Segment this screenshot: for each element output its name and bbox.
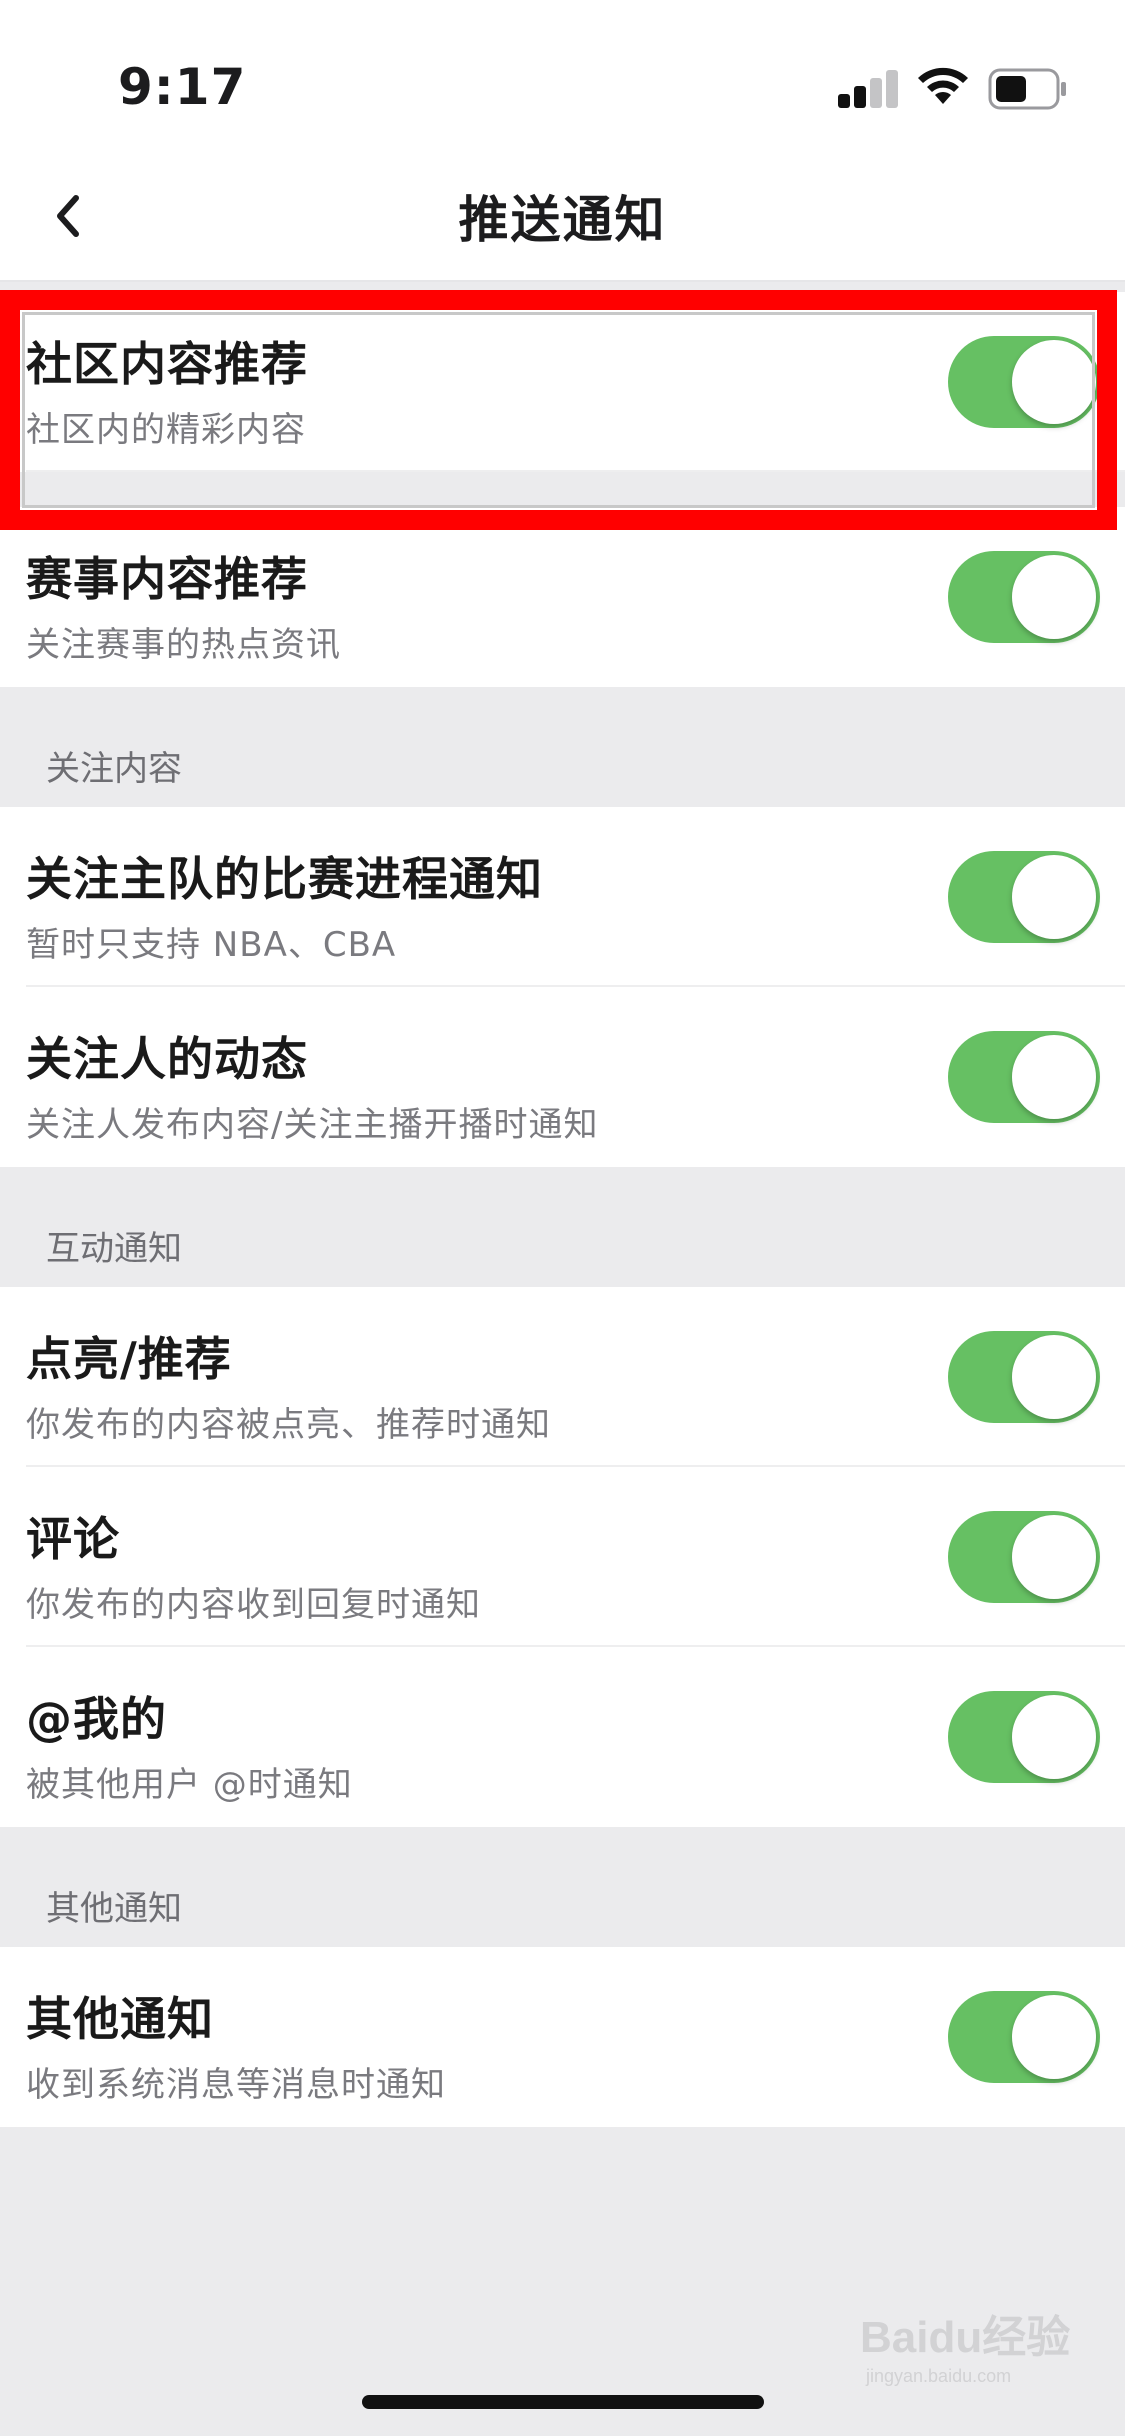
setting-subtitle: 关注赛事的热点资讯 — [26, 625, 341, 665]
toggle-switch-comment[interactable] — [948, 1511, 1100, 1603]
setting-subtitle: 你发布的内容收到回复时通知 — [26, 1585, 481, 1625]
setting-title: 关注人的动态 — [26, 1032, 308, 1086]
toggle-knob — [1012, 1995, 1096, 2079]
setting-title: 点亮/推荐 — [26, 1332, 232, 1386]
toggle-switch-community[interactable] — [948, 336, 1100, 428]
setting-row-team-progress[interactable]: 关注主队的比赛进程通知 暂时只支持 NBA、CBA — [0, 807, 1125, 987]
toggle-knob — [1012, 340, 1096, 424]
setting-subtitle: 社区内的精彩内容 — [26, 410, 306, 450]
battery-icon — [988, 68, 1066, 110]
section-header-interaction: 互动通知 — [0, 1167, 1125, 1287]
toggle-knob — [1012, 1335, 1096, 1419]
navigation-bar: 推送通知 — [0, 150, 1125, 282]
watermark-text: Baidu经验 — [860, 2313, 1070, 2362]
setting-subtitle: 收到系统消息等消息时通知 — [26, 2065, 446, 2105]
baidu-jingyan-watermark: Baidu经验 jingyan.baidu.com — [860, 2313, 1070, 2386]
setting-row-comment[interactable]: 评论 你发布的内容收到回复时通知 — [0, 1467, 1125, 1647]
setting-title: 评论 — [26, 1512, 120, 1566]
setting-subtitle: 暂时只支持 NBA、CBA — [26, 925, 397, 965]
toggle-switch-mentions[interactable] — [948, 1691, 1100, 1783]
wifi-icon — [918, 67, 968, 104]
toggle-knob — [1012, 1035, 1096, 1119]
setting-title: 关注主队的比赛进程通知 — [26, 852, 543, 906]
cellular-signal-icon — [838, 70, 900, 108]
setting-row-community[interactable]: 社区内容推荐 社区内的精彩内容 — [0, 292, 1125, 472]
setting-row-like-recommend[interactable]: 点亮/推荐 你发布的内容被点亮、推荐时通知 — [0, 1287, 1125, 1467]
home-indicator[interactable] — [362, 2395, 764, 2409]
setting-title: @我的 — [26, 1692, 167, 1746]
setting-title: 其他通知 — [26, 1992, 214, 2046]
setting-title: 赛事内容推荐 — [26, 552, 308, 606]
section-header-follow: 关注内容 — [0, 687, 1125, 807]
toggle-knob — [1012, 855, 1096, 939]
setting-row-match[interactable]: 赛事内容推荐 关注赛事的热点资讯 — [0, 507, 1125, 687]
toggle-switch-other[interactable] — [948, 1991, 1100, 2083]
setting-subtitle: 关注人发布内容/关注主播开播时通知 — [26, 1105, 599, 1145]
setting-row-followed-activity[interactable]: 关注人的动态 关注人发布内容/关注主播开播时通知 — [0, 987, 1125, 1167]
section-header-other: 其他通知 — [0, 1827, 1125, 1947]
watermark-subtext: jingyan.baidu.com — [865, 2366, 1011, 2386]
setting-row-mentions[interactable]: @我的 被其他用户 @时通知 — [0, 1647, 1125, 1827]
toggle-knob — [1012, 1515, 1096, 1599]
status-bar: 9:17 — [0, 0, 1125, 150]
setting-row-other[interactable]: 其他通知 收到系统消息等消息时通知 — [0, 1947, 1125, 2127]
status-time: 9:17 — [118, 58, 247, 116]
setting-subtitle: 你发布的内容被点亮、推荐时通知 — [26, 1405, 551, 1445]
toggle-switch-team-progress[interactable] — [948, 851, 1100, 943]
toggle-switch-followed-activity[interactable] — [948, 1031, 1100, 1123]
setting-subtitle: 被其他用户 @时通知 — [26, 1765, 353, 1805]
toggle-switch-like-recommend[interactable] — [948, 1331, 1100, 1423]
setting-title: 社区内容推荐 — [26, 337, 308, 391]
toggle-knob — [1012, 1695, 1096, 1779]
toggle-switch-match[interactable] — [948, 551, 1100, 643]
page-title: 推送通知 — [458, 191, 667, 249]
toggle-knob — [1012, 555, 1096, 639]
